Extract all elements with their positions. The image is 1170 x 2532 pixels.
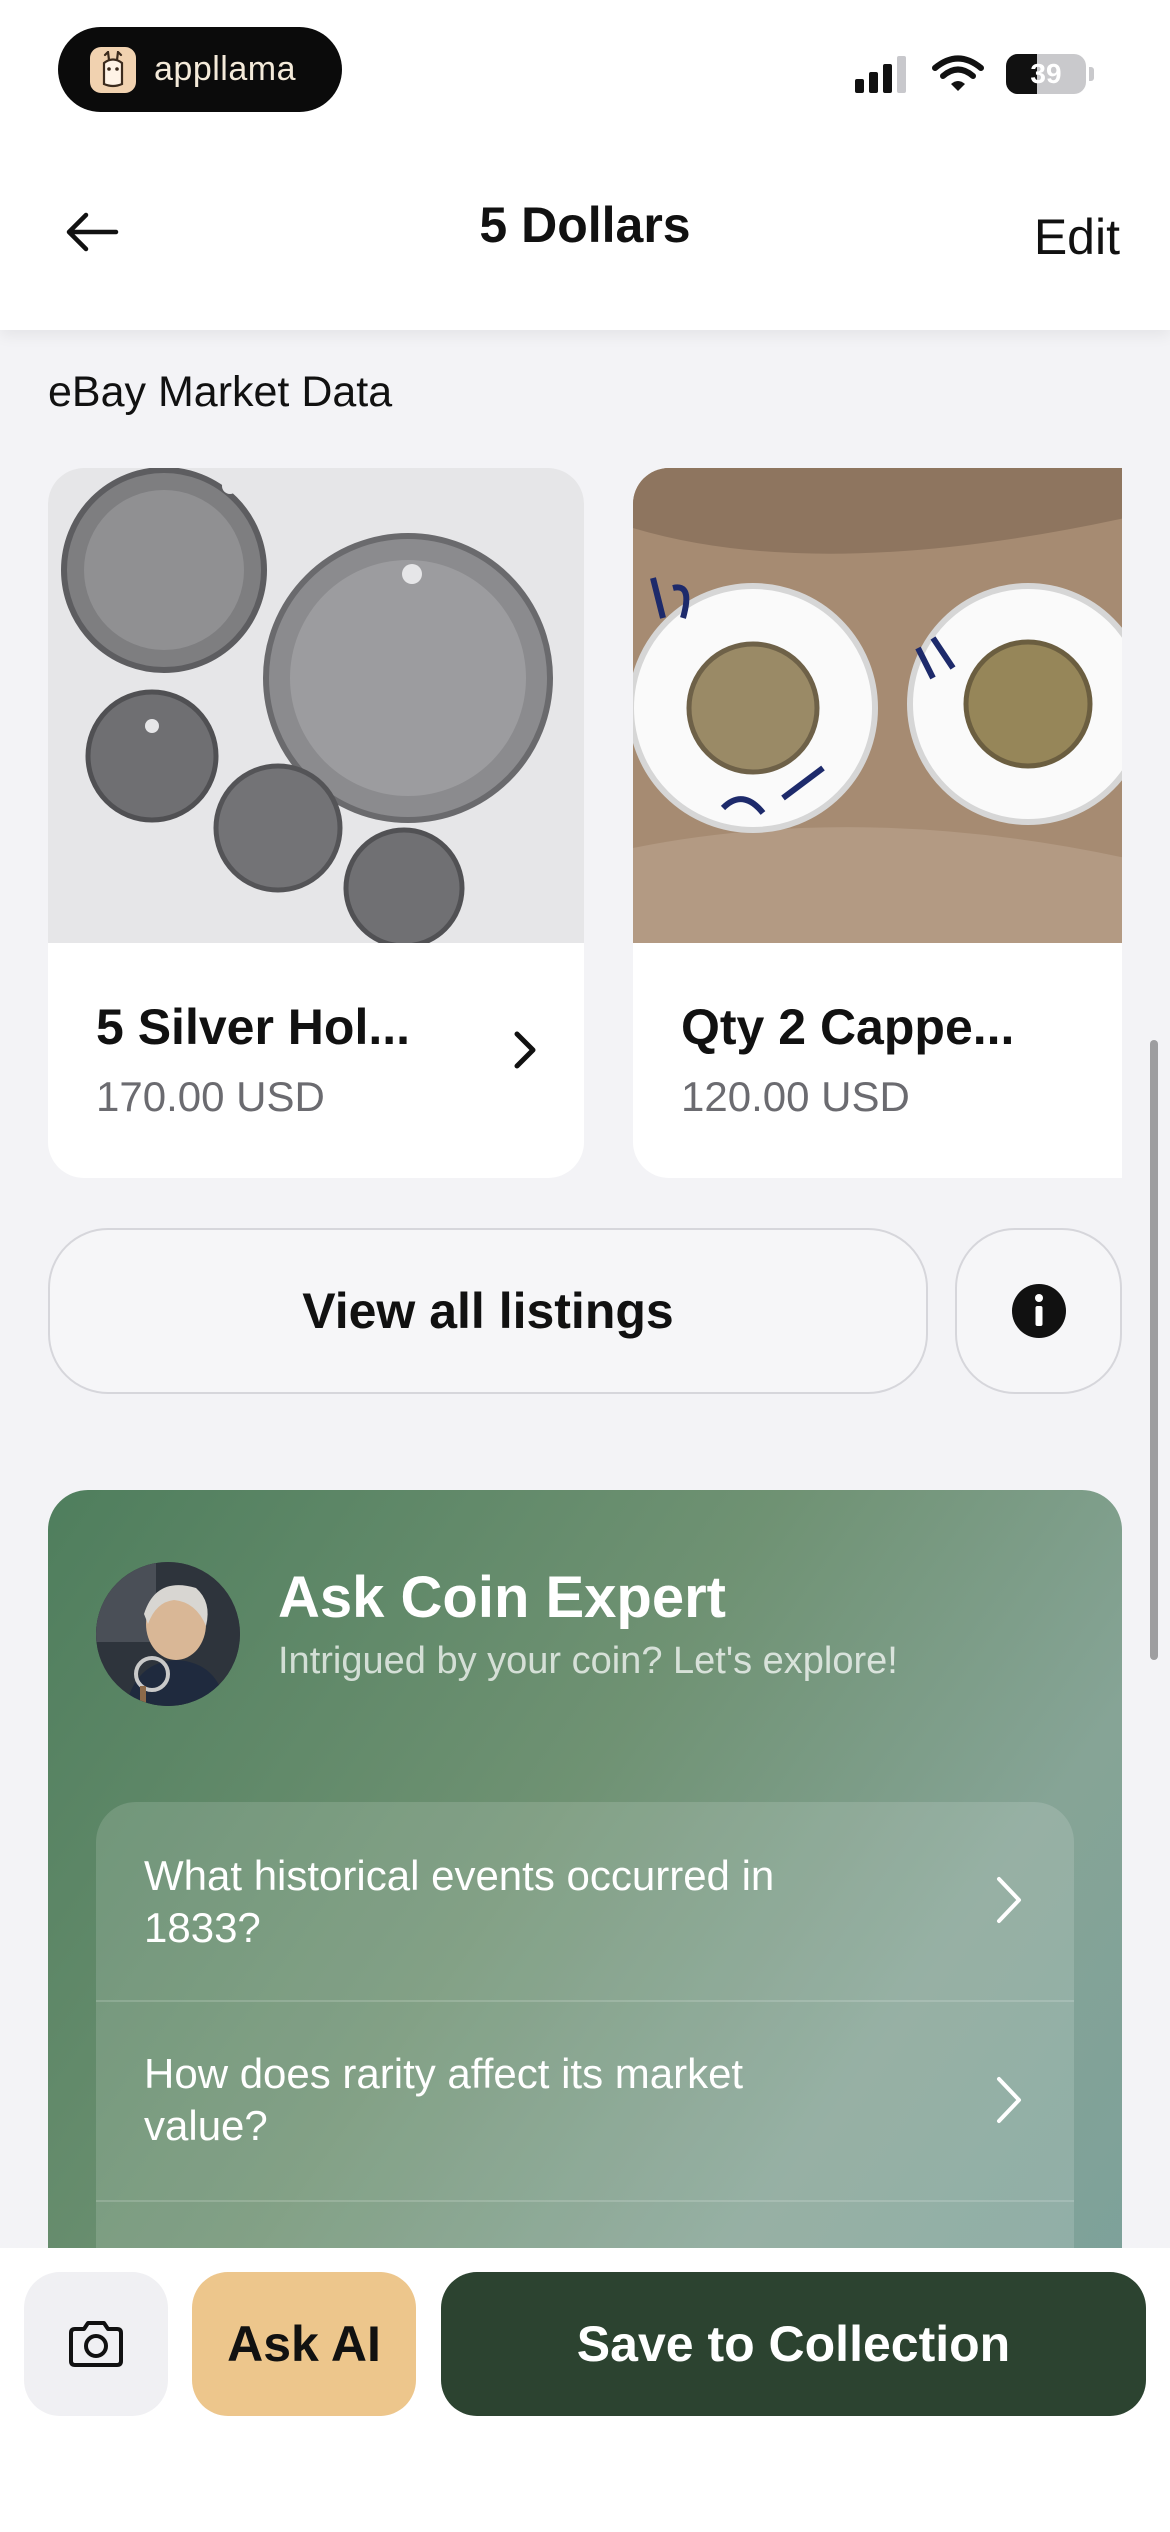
- listing-price: 170.00 USD: [96, 1073, 325, 1120]
- bottom-action-bar: Ask AI Save to Collection: [0, 2248, 1170, 2532]
- save-to-collection-button[interactable]: Save to Collection: [441, 2272, 1146, 2416]
- view-all-listings-button[interactable]: View all listings: [48, 1228, 928, 1394]
- cellular-signal-icon: [855, 55, 906, 93]
- question-text: How does rarity affect its market value?: [144, 2050, 744, 2149]
- listing-price: 120.00 USD: [681, 1073, 910, 1120]
- chevron-right-icon: [997, 1877, 1021, 1923]
- brand-name: appllama: [154, 50, 296, 88]
- header: appllama 39 5 Dollars Edit: [0, 0, 1170, 330]
- brand-pill: appllama: [58, 27, 342, 112]
- camera-button[interactable]: [24, 2272, 168, 2416]
- listing-card[interactable]: Qty 2 Cappe... 120.00 USD: [633, 468, 1122, 1178]
- scrollbar[interactable]: [1150, 1040, 1158, 1660]
- listing-image: [633, 468, 1122, 943]
- ask-ai-button[interactable]: Ask AI: [192, 2272, 416, 2416]
- ask-coin-expert-card: Ask Coin Expert Intrigued by your coin? …: [48, 1490, 1122, 2290]
- suggested-questions: What historical events occurred in 1833?…: [96, 1802, 1074, 2290]
- llama-logo-icon: [90, 46, 136, 93]
- battery-level: 39: [1030, 58, 1062, 89]
- edit-button[interactable]: Edit: [1034, 208, 1120, 266]
- listing-card[interactable]: 5 Silver Hol... 170.00 USD: [48, 468, 584, 1178]
- listing-image: [48, 468, 584, 943]
- camera-icon: [69, 2321, 123, 2367]
- expert-avatar: [96, 1562, 240, 1706]
- info-button[interactable]: [955, 1228, 1122, 1394]
- page-title: 5 Dollars: [479, 197, 691, 253]
- listing-title: Qty 2 Cappe...: [681, 999, 1015, 1055]
- chevron-right-icon: [997, 2077, 1021, 2123]
- screen: appllama 39 5 Dollars Edit eBay Market D…: [0, 0, 1170, 2532]
- wifi-icon: [932, 55, 984, 91]
- question-text: What historical events occurred in 1833?: [144, 1852, 775, 1951]
- info-icon: [1011, 1284, 1066, 1338]
- chevron-right-icon: [514, 1031, 536, 1069]
- listing-title: 5 Silver Hol...: [96, 999, 411, 1055]
- suggested-question[interactable]: How does rarity affect its market value?: [96, 2002, 1074, 2202]
- listings-carousel[interactable]: 5 Silver Hol... 170.00 USD Qty 2 Cappe..…: [48, 468, 1122, 1180]
- expert-title: Ask Coin Expert: [278, 1565, 726, 1630]
- battery-icon: 39: [1006, 54, 1094, 94]
- status-icons: 39: [855, 54, 1094, 94]
- market-section-title: eBay Market Data: [48, 368, 393, 416]
- expert-subtitle: Intrigued by your coin? Let's explore!: [278, 1640, 898, 1682]
- suggested-question[interactable]: What historical events occurred in 1833?: [96, 1802, 1074, 2002]
